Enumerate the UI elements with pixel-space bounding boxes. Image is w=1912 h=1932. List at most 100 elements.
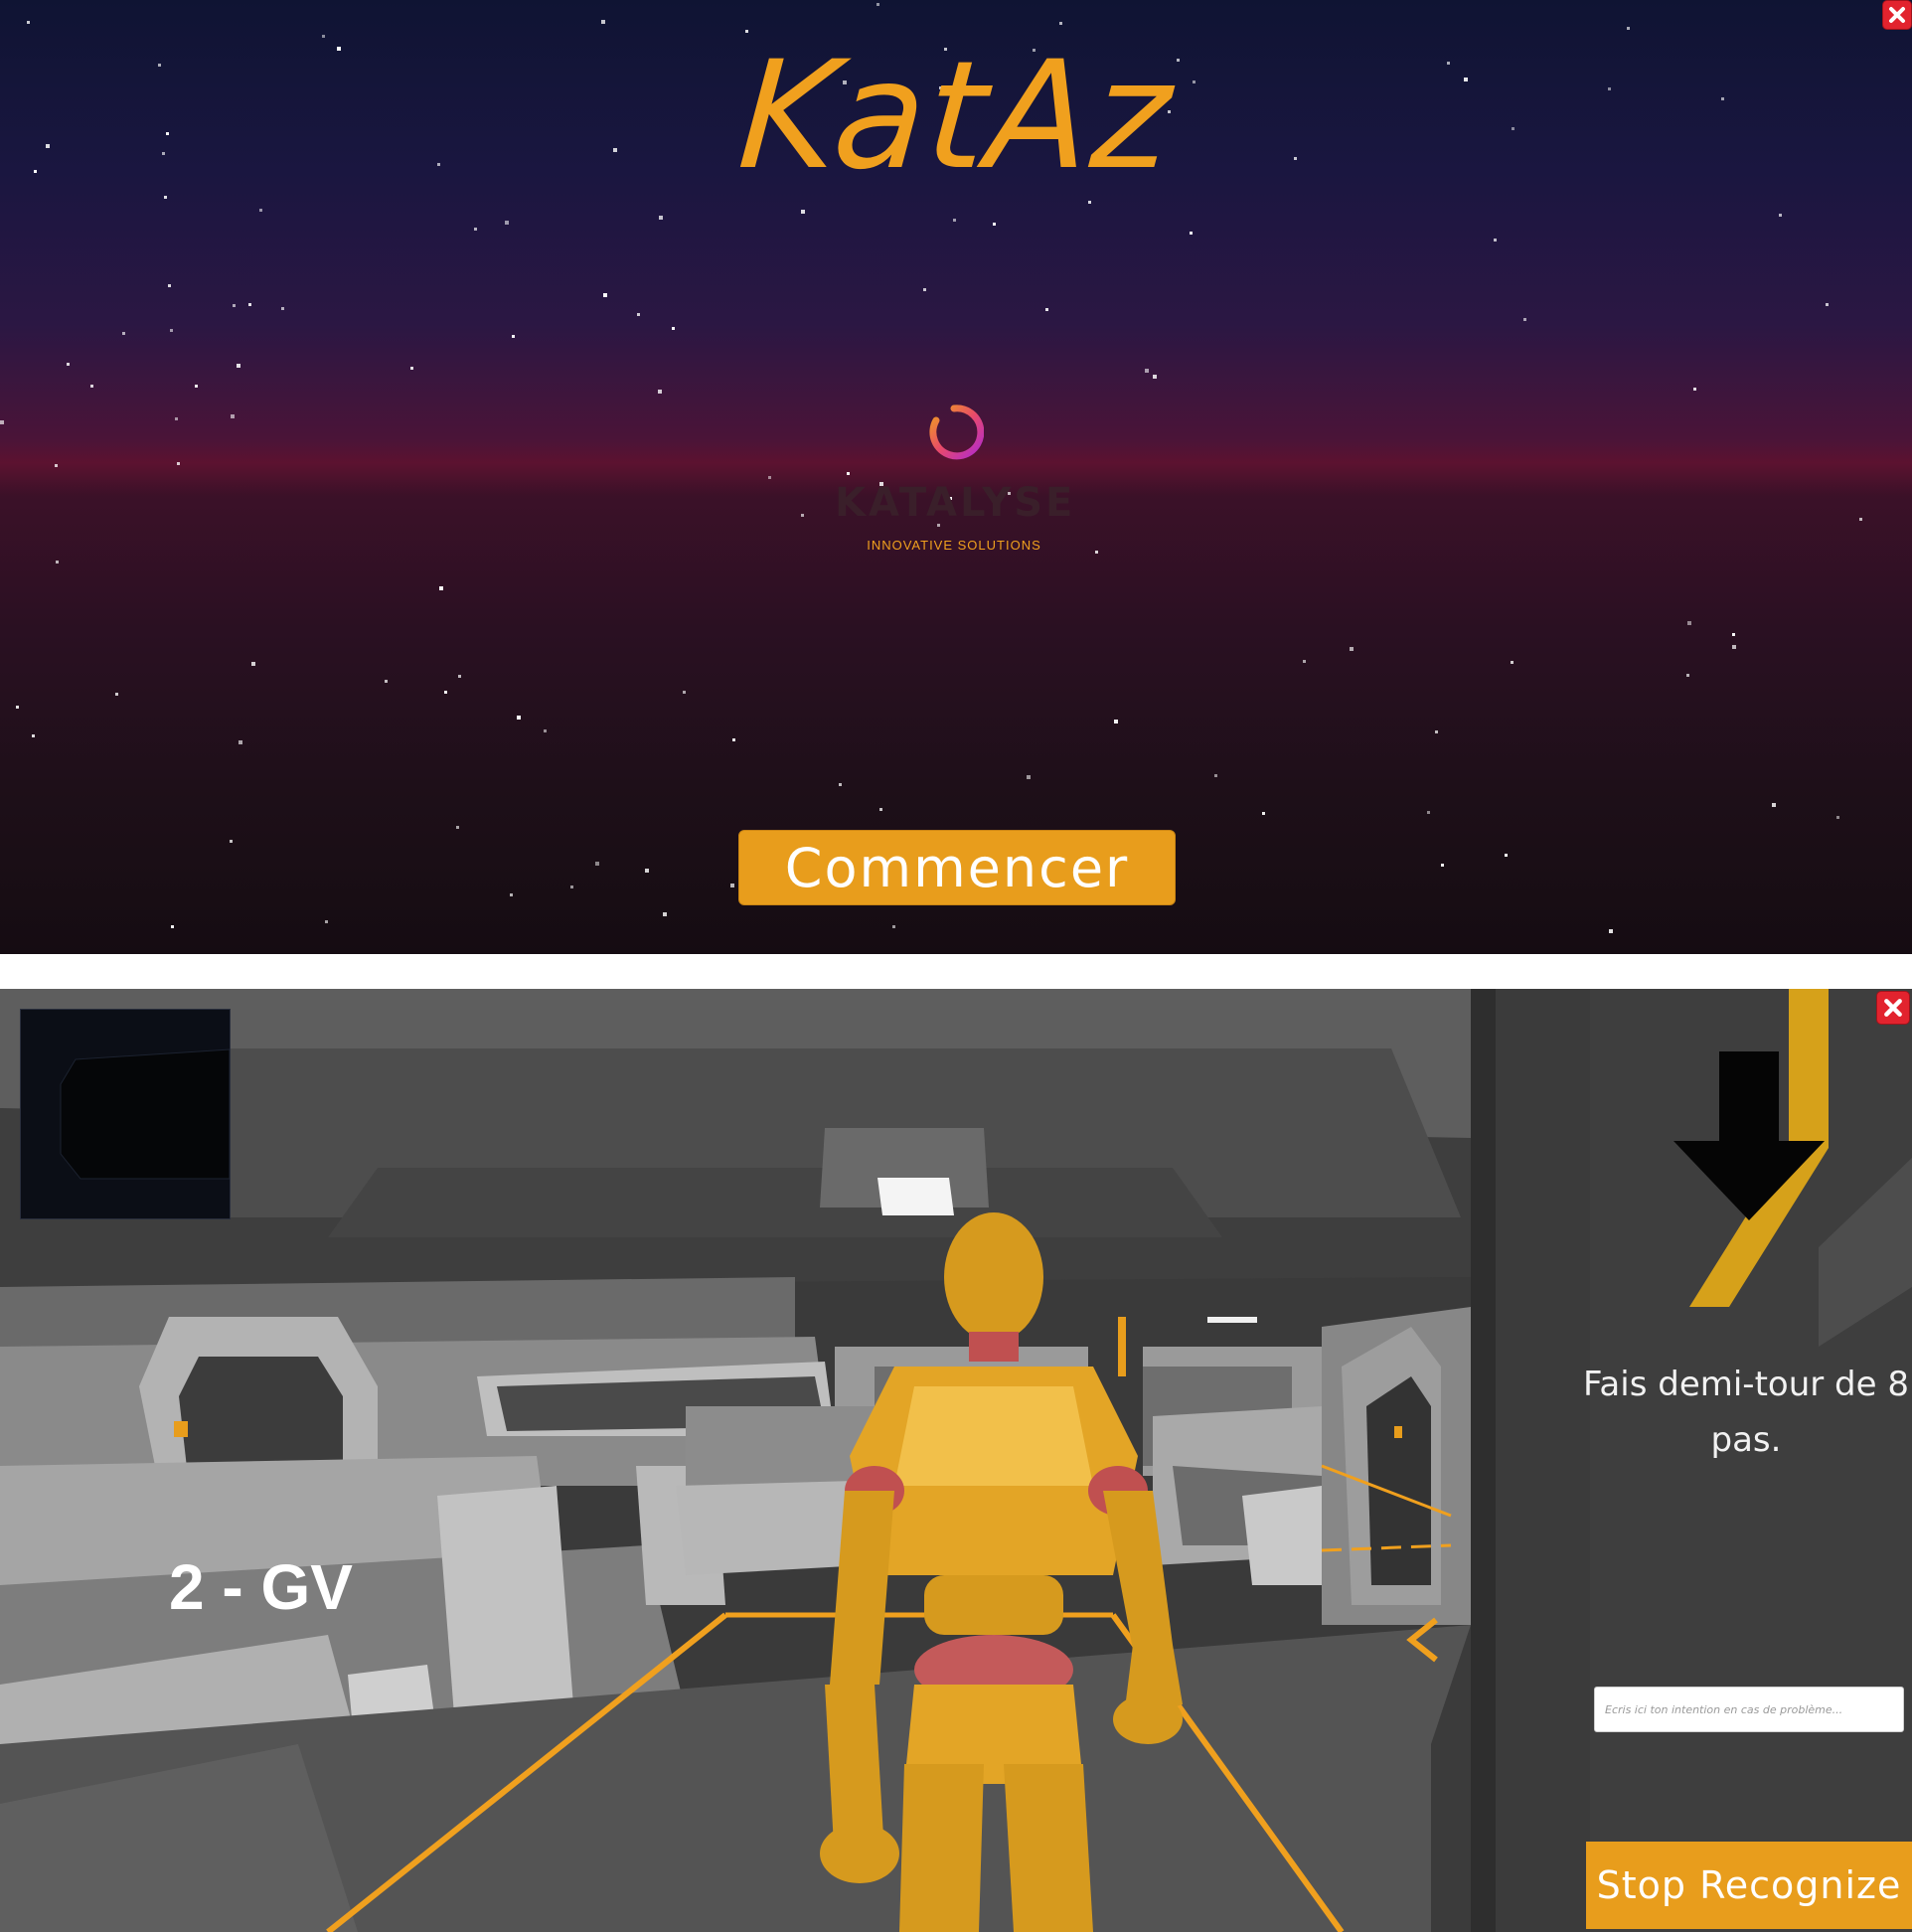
star <box>175 417 178 420</box>
instruction-text: Fais demi-tour de 8 pas. <box>1583 1365 1909 1460</box>
star <box>517 716 521 720</box>
star <box>458 675 461 678</box>
star <box>195 385 198 388</box>
star <box>637 313 640 316</box>
star <box>672 327 675 330</box>
close-icon <box>1889 7 1905 23</box>
star <box>768 476 771 479</box>
star <box>683 691 686 694</box>
star <box>601 20 605 24</box>
star <box>1145 369 1149 373</box>
star <box>1350 647 1354 651</box>
star <box>1826 303 1829 306</box>
star <box>1303 660 1306 663</box>
star <box>1059 22 1062 25</box>
star <box>1045 308 1048 311</box>
star <box>251 662 255 666</box>
close-button[interactable] <box>1876 991 1910 1025</box>
star <box>505 221 509 225</box>
star <box>645 869 649 873</box>
star <box>1027 775 1031 779</box>
star <box>16 706 19 709</box>
star <box>239 740 242 744</box>
star <box>1441 864 1444 867</box>
star <box>1732 633 1735 636</box>
star <box>259 209 262 212</box>
intent-input[interactable] <box>1594 1687 1904 1732</box>
star <box>122 332 125 335</box>
star <box>474 228 477 231</box>
star <box>1732 645 1736 649</box>
star <box>1494 239 1497 242</box>
star <box>1153 375 1157 379</box>
star <box>801 514 804 517</box>
logo-ring-icon <box>929 404 984 460</box>
start-button[interactable]: Commencer <box>738 830 1176 905</box>
star <box>456 826 459 829</box>
stop-recognize-button[interactable]: Stop Recognize <box>1586 1842 1912 1929</box>
star <box>1686 674 1689 677</box>
star <box>1772 803 1776 807</box>
logo-tagline: INNOVATIVE SOLUTIONS <box>867 538 1041 553</box>
star <box>1779 214 1782 217</box>
star <box>168 284 171 287</box>
room-label: 2 - GV <box>169 1551 353 1623</box>
star <box>1609 929 1613 933</box>
minimap <box>20 1009 231 1219</box>
star <box>659 216 663 220</box>
star <box>892 925 895 928</box>
star <box>177 462 180 465</box>
star <box>171 925 174 928</box>
star <box>27 21 30 24</box>
star <box>1693 388 1696 391</box>
star <box>993 223 996 226</box>
star <box>1859 518 1862 521</box>
star <box>595 862 599 866</box>
star <box>512 335 515 338</box>
star <box>1427 811 1430 814</box>
star <box>730 884 734 887</box>
star <box>1505 854 1508 857</box>
star <box>510 893 513 896</box>
star <box>876 3 879 6</box>
star <box>603 293 607 297</box>
star <box>1262 812 1265 815</box>
star <box>325 920 328 923</box>
star <box>170 329 173 332</box>
star <box>1836 816 1839 819</box>
star <box>0 420 4 424</box>
star <box>55 464 58 467</box>
star <box>879 808 882 811</box>
star <box>56 561 59 564</box>
star <box>231 414 235 418</box>
star <box>248 303 251 306</box>
star <box>444 691 447 694</box>
star <box>839 783 842 786</box>
star <box>732 738 735 741</box>
star <box>385 680 388 683</box>
star <box>1435 730 1438 733</box>
game-screen: 2 - GV Fais demi-tour de 8 pas. Stop Rec… <box>0 989 1912 1932</box>
katalyse-logo: KATALYSE INNOVATIVE SOLUTIONS <box>835 402 1073 562</box>
star <box>32 734 35 737</box>
star <box>923 288 926 291</box>
star <box>233 304 236 307</box>
star <box>67 363 70 366</box>
star <box>1190 232 1193 235</box>
star <box>1511 661 1514 664</box>
logo-wordmark: KATALYSE <box>835 480 1076 526</box>
star <box>801 210 805 214</box>
star <box>953 219 956 222</box>
star <box>1114 720 1118 724</box>
star <box>410 367 413 370</box>
arrow-down-icon <box>1673 1051 1825 1220</box>
star <box>230 840 233 843</box>
star <box>237 364 240 368</box>
title-screen: KatAz KATALYSE INNOVATIVE SOLUTIONS Comm… <box>0 0 1912 954</box>
star <box>663 912 667 916</box>
star <box>1095 551 1098 554</box>
star <box>1523 318 1526 321</box>
close-button[interactable] <box>1882 0 1912 30</box>
star <box>115 693 118 696</box>
game-title: KatAz <box>733 30 1179 203</box>
